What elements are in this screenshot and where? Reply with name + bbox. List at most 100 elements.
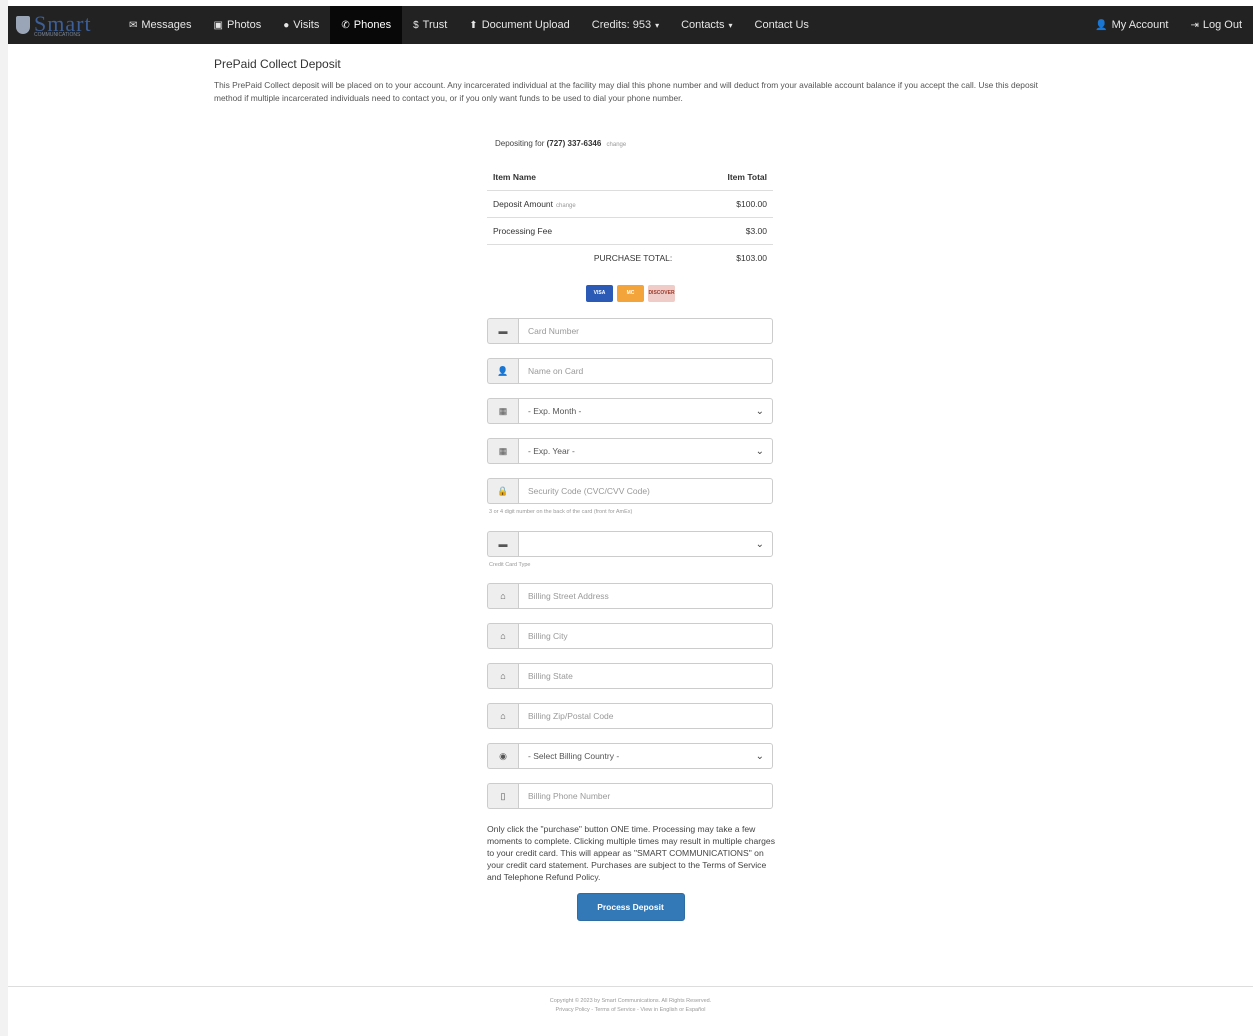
billing-state-input[interactable]: Billing State (518, 663, 773, 689)
upload-icon: ⬆ (469, 19, 478, 31)
billing-phone-input[interactable]: Billing Phone Number (518, 783, 773, 809)
globe-icon: ◉ (487, 743, 518, 769)
nav-label: Credits: 953 (591, 19, 652, 31)
purchase-notice: Only click the "purchase" button ONE tim… (487, 824, 775, 882)
name-on-card-input[interactable]: Name on Card (518, 358, 773, 384)
intro-text: This PrePaid Collect deposit will be pla… (214, 80, 1038, 103)
page: Smart COMMUNICATIONS ✉ Messages ▣ Photos ●… (8, 0, 1253, 1036)
page-title: PrePaid Collect Deposit (214, 57, 341, 71)
home-icon: ⌂ (487, 583, 518, 609)
zip-group: ⌂ Billing Zip/Postal Code (487, 703, 773, 729)
col-item-total: Item Total (727, 172, 767, 182)
nav-my-account[interactable]: 👤 My Account (1084, 6, 1179, 44)
nav-visits[interactable]: ● Visits (272, 6, 330, 44)
exp-month-group: ▦ - Exp. Month - ⌄ (487, 398, 773, 424)
nav-document-upload[interactable]: ⬆ Document Upload (458, 6, 580, 44)
change-phone-link[interactable]: change (607, 142, 627, 148)
credit-card-icon: ▬ (487, 531, 518, 557)
logo-subtext: COMMUNICATIONS (34, 31, 81, 38)
exp-year-select[interactable]: - Exp. Year - ⌄ (518, 438, 773, 464)
chevron-down-icon: ⌄ (755, 538, 764, 550)
nav-label: Contacts (681, 19, 725, 31)
exp-month-value: - Exp. Month - (528, 406, 582, 416)
state-group: ⌂ Billing State (487, 663, 773, 689)
billing-country-select[interactable]: - Select Billing Country - ⌄ (518, 743, 773, 769)
logout-icon: ⇥ (1190, 19, 1199, 31)
nav-label: Photos (226, 19, 262, 31)
card-number-group: ▬ Card Number (487, 318, 773, 344)
nav-contacts-dropdown[interactable]: Contacts ▾ (670, 6, 743, 44)
phone-icon: ✆ (341, 19, 350, 31)
billing-street-input[interactable]: Billing Street Address (518, 583, 773, 609)
country-value: - Select Billing Country - (528, 751, 620, 761)
nav-label: Messages (141, 19, 192, 31)
depositing-phone: (727) 337-6346 (546, 139, 602, 148)
home-icon: ⌂ (487, 623, 518, 649)
caret-down-icon: ▾ (655, 20, 660, 30)
exp-month-select[interactable]: - Exp. Month - ⌄ (518, 398, 773, 424)
calendar-icon: ▦ (487, 438, 518, 464)
billing-city-input[interactable]: Billing City (518, 623, 773, 649)
deposit-form: Depositing for (727) 337-6346 change Ite… (487, 134, 775, 921)
chevron-down-icon: ⌄ (755, 445, 764, 457)
home-icon: ⌂ (487, 663, 518, 689)
footer-divider (8, 986, 1253, 987)
total-label: PURCHASE TOTAL: (487, 244, 673, 271)
chevron-down-icon: ⌄ (755, 405, 764, 417)
nav-label: Document Upload (481, 19, 570, 31)
item-total: $3.00 (672, 217, 773, 245)
city-group: ⌂ Billing City (487, 623, 773, 649)
change-amount-link[interactable]: change (556, 203, 576, 209)
visa-card-icon: VISA (586, 285, 613, 302)
country-group: ◉ - Select Billing Country - ⌄ (487, 743, 773, 769)
process-deposit-button[interactable]: Process Deposit (576, 893, 685, 921)
card-type-help: Credit Card Type (489, 562, 531, 568)
accepted-cards: VISA MC DISCOVER (487, 285, 774, 303)
logo[interactable]: Smart COMMUNICATIONS (8, 6, 118, 44)
nav-label: My Account (1111, 19, 1169, 31)
nav-label: Contact Us (754, 19, 809, 31)
navbar: Smart COMMUNICATIONS ✉ Messages ▣ Photos ●… (8, 6, 1253, 44)
nav-messages[interactable]: ✉ Messages (118, 6, 203, 44)
mastercard-icon: MC (617, 285, 644, 302)
nav-label: Log Out (1202, 19, 1242, 31)
item-name: Processing Fee (487, 217, 673, 245)
footer-links[interactable]: Privacy Policy - Terms of Service - View… (8, 1006, 1253, 1015)
chevron-down-icon: ⌄ (755, 750, 764, 762)
nav-credits-dropdown[interactable]: Credits: 953 ▾ (581, 6, 670, 44)
envelope-icon: ✉ (129, 19, 138, 31)
security-code-input[interactable]: Security Code (CVC/CVV Code) (518, 478, 773, 504)
card-number-input[interactable]: Card Number (518, 318, 773, 344)
nav-trust[interactable]: $ Trust (402, 6, 458, 44)
nav-logout[interactable]: ⇥ Log Out (1179, 6, 1253, 44)
nav-phones[interactable]: ✆ Phones (330, 6, 403, 44)
table-row: Processing Fee $3.00 (487, 217, 773, 245)
item-total: $100.00 (672, 190, 773, 218)
total-value: $103.00 (672, 244, 773, 271)
exp-year-value: - Exp. Year - (528, 446, 575, 456)
nav-photos[interactable]: ▣ Photos (203, 6, 273, 44)
copyright: Copyright © 2023 by Smart Communications… (549, 998, 712, 1004)
user-icon: 👤 (487, 358, 518, 384)
shield-logo-icon (16, 16, 30, 34)
dollar-icon: $ (413, 19, 419, 31)
table-row: Deposit Amount change $100.00 (487, 190, 773, 218)
lock-icon: 🔒 (487, 478, 518, 504)
video-icon: ● (283, 19, 290, 31)
card-type-select[interactable]: ⌄ (518, 531, 773, 557)
name-on-card-group: 👤 Name on Card (487, 358, 773, 384)
security-code-help: 3 or 4 digit number on the back of the c… (489, 509, 633, 515)
nav-contact-us[interactable]: Contact Us (744, 6, 820, 44)
user-icon: 👤 (1095, 19, 1108, 31)
mobile-phone-icon: ▯ (487, 783, 518, 809)
billing-zip-input[interactable]: Billing Zip/Postal Code (518, 703, 773, 729)
summary-table: Item Name Item Total Deposit Amount chang… (487, 164, 773, 271)
picture-icon: ▣ (213, 19, 223, 31)
security-code-group: 🔒 Security Code (CVC/CVV Code) (487, 478, 773, 504)
depositing-for-label: Depositing for (495, 139, 545, 148)
total-row: PURCHASE TOTAL: $103.00 (487, 244, 773, 271)
footer: Copyright © 2023 by Smart Communications… (8, 997, 1253, 1015)
phone-group: ▯ Billing Phone Number (487, 783, 773, 809)
discover-card-icon: DISCOVER (648, 285, 675, 302)
col-item-name: Item Name (493, 172, 536, 182)
